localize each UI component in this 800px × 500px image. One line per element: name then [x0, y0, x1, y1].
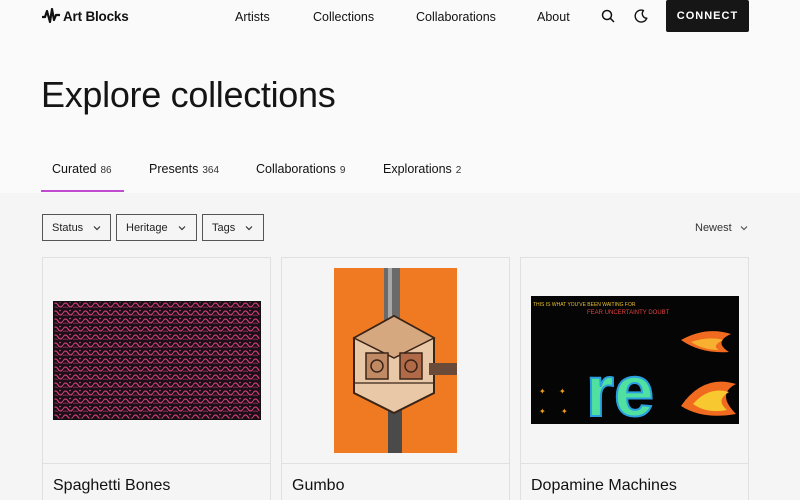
- sort-dropdown[interactable]: Newest: [695, 222, 748, 234]
- card-divider: [521, 463, 748, 464]
- filter-label: Tags: [212, 221, 236, 234]
- svg-text:✦: ✦: [539, 387, 546, 396]
- nav-artists[interactable]: Artists: [235, 10, 270, 24]
- search-icon[interactable]: [600, 8, 616, 24]
- filter-label: Status: [52, 221, 84, 234]
- spaghetti-bones-artwork: [53, 301, 261, 420]
- tab-label: Collaborations: [256, 162, 336, 176]
- tab-count: 86: [100, 165, 112, 176]
- svg-text:✦: ✦: [559, 387, 566, 396]
- tab-presents[interactable]: Presents 364: [149, 162, 219, 176]
- tab-collaborations[interactable]: Collaborations 9: [256, 162, 345, 176]
- tab-count: 9: [339, 165, 346, 176]
- art-blocks-logo[interactable]: Art Blocks: [42, 8, 129, 24]
- nav-collaborations[interactable]: Collaborations: [416, 10, 496, 24]
- chevron-down-icon: [245, 225, 253, 230]
- nav-about[interactable]: About: [537, 10, 570, 24]
- active-tab-underline: [41, 190, 124, 192]
- dark-mode-moon-icon[interactable]: [633, 8, 649, 24]
- card-title[interactable]: Dopamine Machines: [531, 477, 677, 495]
- chevron-down-icon: [740, 226, 748, 231]
- sort-label: Newest: [695, 222, 732, 234]
- status-filter[interactable]: Status: [42, 214, 111, 241]
- art-text-waiting: THIS IS WHAT YOU'VE BEEN WAITING FOR: [533, 302, 636, 308]
- collection-card-dopamine-machines[interactable]: THIS IS WHAT YOU'VE BEEN WAITING FOR FEA…: [520, 257, 749, 500]
- filter-label: Heritage: [126, 221, 168, 234]
- gumbo-artwork: [334, 268, 457, 453]
- chevron-down-icon: [178, 225, 186, 230]
- tags-filter[interactable]: Tags: [202, 214, 264, 241]
- chevron-down-icon: [93, 225, 101, 230]
- tab-curated[interactable]: Curated 86: [52, 162, 112, 176]
- page-title: Explore collections: [41, 74, 336, 115]
- heritage-filter[interactable]: Heritage: [116, 214, 197, 241]
- tab-count: 364: [202, 165, 220, 176]
- svg-text:✦: ✦: [539, 407, 546, 416]
- svg-text:✦: ✦: [561, 407, 568, 416]
- collection-card-gumbo[interactable]: Gumbo: [281, 257, 510, 500]
- connect-button[interactable]: CONNECT: [666, 0, 749, 32]
- tab-label: Presents: [149, 162, 199, 176]
- tab-label: Explorations: [383, 162, 452, 176]
- tab-explorations[interactable]: Explorations 2: [383, 162, 461, 176]
- tab-count: 2: [455, 165, 462, 176]
- logo-text: Art Blocks: [63, 8, 129, 24]
- art-text-re: re: [586, 352, 654, 424]
- logo-mark-icon: [42, 8, 60, 24]
- card-title[interactable]: Gumbo: [292, 477, 344, 495]
- tab-label: Curated: [52, 162, 97, 176]
- card-divider: [43, 463, 270, 464]
- collection-card-spaghetti-bones[interactable]: Spaghetti Bones: [42, 257, 271, 500]
- art-text-fud: FEAR UNCERTAINTY DOUBT: [587, 310, 670, 316]
- card-title[interactable]: Spaghetti Bones: [53, 477, 170, 495]
- card-divider: [282, 463, 509, 464]
- dopamine-machines-artwork: THIS IS WHAT YOU'VE BEEN WAITING FOR FEA…: [531, 296, 739, 424]
- nav-collections[interactable]: Collections: [313, 10, 374, 24]
